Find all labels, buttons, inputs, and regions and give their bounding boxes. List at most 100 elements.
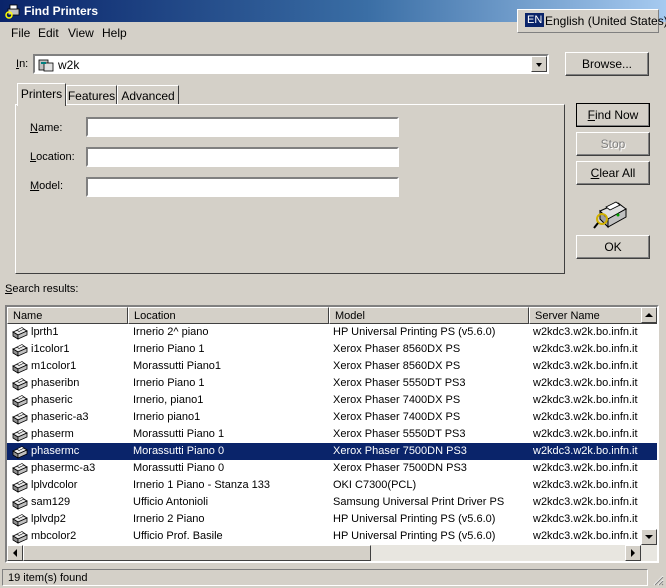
clear-all-button[interactable]: Clear All <box>576 161 650 185</box>
tab-advanced[interactable]: Advanced <box>117 85 179 105</box>
cell-server: w2kdc3.w2k.bo.infn.it <box>533 343 638 355</box>
cell-name: phaseric-a3 <box>31 411 89 423</box>
cell-name: m1color1 <box>31 360 77 372</box>
language-code: EN <box>525 13 545 27</box>
arrow-up-icon <box>645 313 653 317</box>
scroll-left-button[interactable] <box>7 545 23 561</box>
find-now-button[interactable]: Find Now <box>576 103 650 127</box>
printer-icon <box>12 429 28 442</box>
tab-printers[interactable]: Printers <box>17 83 66 106</box>
cell-location: Ufficio Antonioli <box>133 496 209 508</box>
table-row[interactable]: sam129 Ufficio Antonioli Samsung Universal… <box>7 494 657 511</box>
cell-model: Xerox Phaser 5550DT PS3 <box>333 428 466 440</box>
table-row[interactable]: phaseric Irnerio, piano1 Xerox Phaser 7400… <box>7 392 657 409</box>
arrow-down-icon <box>645 535 653 539</box>
in-combobox[interactable]: w2k <box>33 54 549 74</box>
column-header-server-name[interactable]: Server Name <box>529 307 657 324</box>
in-dropdown-button[interactable] <box>531 56 547 72</box>
printer-icon <box>12 327 28 340</box>
cell-model: Xerox Phaser 7500DN PS3 <box>333 462 467 474</box>
table-row[interactable]: lplvdcolor Irnerio 1 Piano - Stanza 133 OK… <box>7 477 657 494</box>
cell-name: phaseribn <box>31 377 80 389</box>
find-printers-icon <box>5 4 20 19</box>
search-results-label: Search results: <box>5 283 79 295</box>
tab-features[interactable]: Features <box>66 85 117 105</box>
in-value: w2k <box>58 58 80 72</box>
horizontal-scrollbar[interactable] <box>7 545 657 561</box>
cell-server: w2kdc3.w2k.bo.infn.it <box>533 411 638 423</box>
printer-icon <box>12 446 28 459</box>
table-row[interactable]: phasermc-a3 Morassutti Piano 0 Xerox Phase… <box>7 460 657 477</box>
scroll-up-button[interactable] <box>641 307 657 323</box>
column-header-location[interactable]: Location <box>128 307 329 324</box>
table-row[interactable]: mbcolor2 Ufficio Prof. Basile HP Universal… <box>7 528 657 545</box>
table-row[interactable]: phasermc Morassutti Piano 0 Xerox Phaser 7… <box>7 443 657 460</box>
printer-icon <box>12 480 28 493</box>
cell-server: w2kdc3.w2k.bo.infn.it <box>533 445 638 457</box>
cell-model: HP Universal Printing PS (v5.6.0) <box>333 530 496 542</box>
cell-name: lprth1 <box>31 326 59 338</box>
language-name: English (United States) <box>545 14 666 28</box>
table-row[interactable]: phaseribn Irnerio Piano 1 Xerox Phaser 555… <box>7 375 657 392</box>
printer-icon <box>12 514 28 527</box>
table-row[interactable]: phaseric-a3 Irnerio piano1 Xerox Phaser 74… <box>7 409 657 426</box>
printer-icon <box>12 463 28 476</box>
cell-server: w2kdc3.w2k.bo.infn.it <box>533 377 638 389</box>
cell-model: OKI C7300(PCL) <box>333 479 417 491</box>
cell-server: w2kdc3.w2k.bo.infn.it <box>533 394 638 406</box>
window-title: Find Printers <box>24 4 99 18</box>
menu-help[interactable]: Help <box>102 26 127 40</box>
cell-server: w2kdc3.w2k.bo.infn.it <box>533 428 638 440</box>
cell-name: phasermc-a3 <box>31 462 96 474</box>
cell-name: phasermc <box>31 445 80 457</box>
ok-button[interactable]: OK <box>576 235 650 259</box>
column-header-name[interactable]: Name <box>7 307 128 324</box>
cell-server: w2kdc3.w2k.bo.infn.it <box>533 479 638 491</box>
table-row[interactable]: lplvdp2 Irnerio 2 Piano HP Universal Print… <box>7 511 657 528</box>
cell-location: Irnerio 2^ piano <box>133 326 209 338</box>
table-row[interactable]: m1color1 Morassutti Piano1 Xerox Phaser 85… <box>7 358 657 375</box>
printer-icon <box>12 531 28 544</box>
cell-server: w2kdc3.w2k.bo.infn.it <box>533 326 638 338</box>
cell-model: Samsung Universal Print Driver PS <box>333 496 505 508</box>
scroll-right-button[interactable] <box>625 545 641 561</box>
cell-name: phaseric <box>31 394 73 406</box>
browse-button[interactable]: Browse... <box>565 52 649 76</box>
domain-icon <box>38 59 54 72</box>
status-text: 19 item(s) found <box>8 572 88 584</box>
cell-name: mbcolor2 <box>31 530 77 542</box>
cell-name: phaserm <box>31 428 74 440</box>
printer-icon <box>12 361 28 374</box>
cell-model: Xerox Phaser 7400DX PS <box>333 394 461 406</box>
horizontal-scroll-thumb[interactable] <box>23 545 371 561</box>
printer-icon <box>12 395 28 408</box>
stop-button[interactable]: Stop <box>576 132 650 156</box>
search-results-list[interactable]: Name Location Model Server Name lprth1 Ir… <box>5 305 659 563</box>
menu-file[interactable]: File <box>11 26 30 40</box>
status-bar: 19 item(s) found <box>0 567 666 588</box>
cell-location: Irnerio piano1 <box>133 411 201 423</box>
menu-edit[interactable]: Edit <box>38 26 59 40</box>
cell-model: Xerox Phaser 5550DT PS3 <box>333 377 466 389</box>
in-label: In: <box>16 58 29 70</box>
cell-model: Xerox Phaser 8560DX PS <box>333 343 461 355</box>
printers-tab-panel <box>15 104 565 274</box>
table-row[interactable]: i1color1 Irnerio Piano 1 Xerox Phaser 8560… <box>7 341 657 358</box>
resize-grip-icon[interactable] <box>652 574 664 586</box>
cell-location: Morassutti Piano 1 <box>133 428 225 440</box>
find-printers-window: Find Printers EN English (United States)… <box>0 0 666 588</box>
table-row[interactable]: lprth1 Irnerio 2^ piano HP Universal Print… <box>7 324 657 341</box>
printer-icon <box>12 412 28 425</box>
cell-model: Xerox Phaser 7400DX PS <box>333 411 461 423</box>
menu-bar: File Edit View Help <box>0 22 500 42</box>
cell-server: w2kdc3.w2k.bo.infn.it <box>533 360 638 372</box>
cell-server: w2kdc3.w2k.bo.infn.it <box>533 513 638 525</box>
table-row[interactable]: phaserm Morassutti Piano 1 Xerox Phaser 55… <box>7 426 657 443</box>
scroll-down-button[interactable] <box>641 529 657 545</box>
arrow-right-icon <box>631 549 635 557</box>
language-bar[interactable]: EN English (United States) <box>517 9 666 33</box>
menu-view[interactable]: View <box>68 26 94 40</box>
cell-server: w2kdc3.w2k.bo.infn.it <box>533 530 638 542</box>
printer-icon <box>12 378 28 391</box>
column-header-model[interactable]: Model <box>329 307 529 324</box>
